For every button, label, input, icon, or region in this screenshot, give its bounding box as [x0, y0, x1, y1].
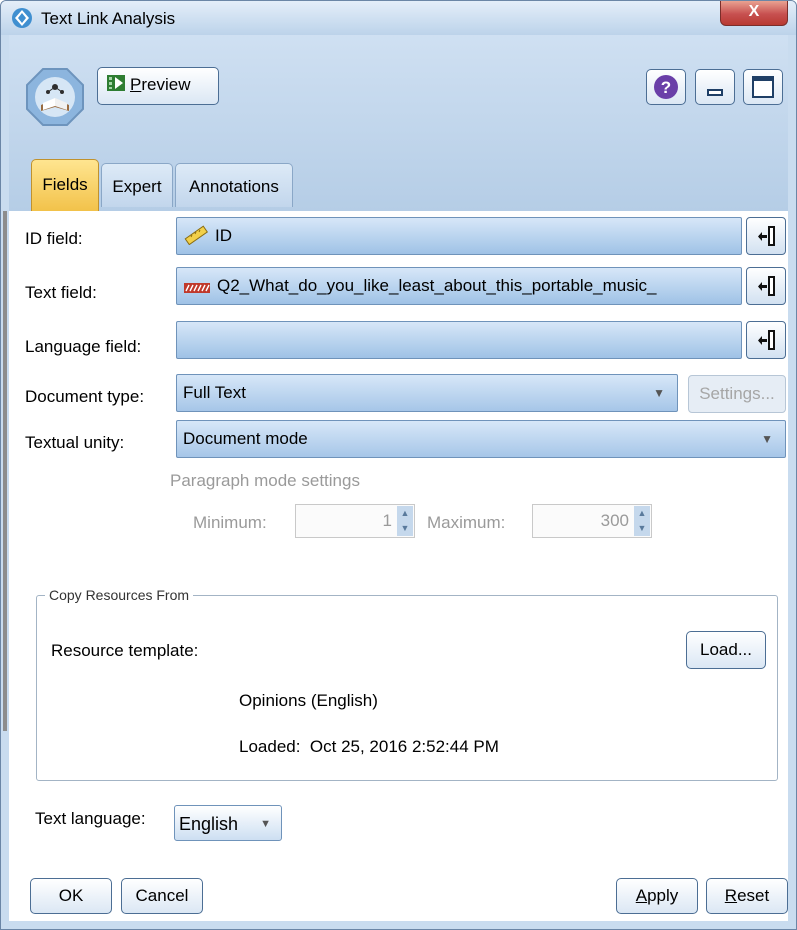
reset-button[interactable]: Reset	[706, 878, 788, 914]
document-type-value: Full Text	[183, 383, 246, 402]
text-language-label: Text language:	[35, 809, 146, 828]
tab-expert[interactable]: Expert	[101, 163, 173, 207]
text-language-select[interactable]: English ▼	[174, 805, 282, 841]
id-field-label: ID field:	[25, 229, 83, 248]
apply-mnemonic: A	[635, 886, 648, 905]
text-link-node-icon	[26, 68, 84, 126]
help-button[interactable]: ?	[646, 69, 686, 105]
textual-unity-select[interactable]: Document mode ▼	[176, 420, 786, 458]
apply-button[interactable]: Apply	[616, 878, 698, 914]
loaded-timestamp: Loaded: Oct 25, 2016 2:52:44 PM	[239, 737, 499, 757]
resource-template-name: Opinions (English)	[239, 691, 378, 710]
preview-label: review	[141, 75, 191, 94]
minimum-label: Minimum:	[193, 513, 267, 532]
tab-annotations[interactable]: Annotations	[175, 163, 293, 207]
reset-mnemonic: R	[724, 886, 738, 905]
reset-label: eset	[737, 886, 770, 905]
id-field-picker-button[interactable]	[746, 217, 786, 255]
chevron-down-icon: ▼	[653, 386, 665, 400]
document-type-label: Document type:	[25, 387, 145, 406]
maximum-label: Maximum:	[427, 513, 506, 532]
field-picker-icon	[758, 330, 775, 350]
window-title: Text Link Analysis	[41, 9, 176, 28]
minimize-button[interactable]	[695, 69, 735, 105]
up-arrow-icon: ▲	[400, 508, 410, 518]
settings-button[interactable]: Settings...	[688, 375, 786, 413]
textual-unity-value: Document mode	[183, 429, 308, 448]
minimum-value: 1	[382, 511, 392, 530]
id-field-box[interactable]: ID	[176, 217, 742, 255]
string-field-icon	[184, 283, 210, 293]
language-field-picker-button[interactable]	[746, 321, 786, 359]
textual-unity-label: Textual unity:	[25, 433, 125, 452]
preview-icon	[107, 75, 125, 91]
chevron-down-icon: ▼	[260, 818, 271, 830]
text-field-value: Q2_What_do_you_like_least_about_this_por…	[217, 276, 657, 295]
maximum-spinner[interactable]: 300 ▲ ▼	[532, 504, 652, 538]
text-field-picker-button[interactable]	[746, 267, 786, 305]
ruler-icon	[184, 225, 209, 246]
loaded-label: Loaded:	[239, 737, 301, 756]
document-type-select[interactable]: Full Text ▼	[176, 374, 678, 412]
cancel-button[interactable]: Cancel	[121, 878, 203, 914]
copy-resources-title: Copy Resources From	[45, 587, 194, 603]
preview-button[interactable]: Preview	[97, 67, 219, 105]
text-field-label: Text field:	[25, 283, 97, 302]
maximize-icon	[752, 76, 774, 98]
resource-template-label: Resource template:	[51, 641, 199, 660]
field-picker-icon	[758, 276, 775, 296]
toolbar: Preview ? Fields Expert Annotations	[9, 35, 788, 211]
tab-fields[interactable]: Fields	[31, 159, 99, 211]
down-arrow-icon: ▼	[400, 523, 410, 533]
title-bar[interactable]: Text Link Analysis X	[1, 1, 796, 35]
app-icon	[12, 8, 32, 28]
text-field-box[interactable]: Q2_What_do_you_like_least_about_this_por…	[176, 267, 742, 305]
preview-mnemonic: P	[130, 75, 142, 94]
chevron-down-icon: ▼	[761, 432, 773, 446]
spinner-arrows[interactable]: ▲ ▼	[397, 506, 413, 536]
paragraph-mode-heading: Paragraph mode settings	[170, 471, 360, 490]
maximize-button[interactable]	[743, 69, 783, 105]
ok-button[interactable]: OK	[30, 878, 112, 914]
down-arrow-icon: ▼	[637, 523, 647, 533]
maximum-value: 300	[600, 511, 629, 530]
minimize-icon	[707, 89, 723, 96]
apply-label: pply	[647, 886, 679, 905]
spinner-arrows[interactable]: ▲ ▼	[634, 506, 650, 536]
dialog-client: Preview ? Fields Expert Annotations ID f…	[3, 35, 788, 921]
loaded-date: Oct 25, 2016 2:52:44 PM	[309, 737, 499, 756]
dialog-window: Text Link Analysis X Preview ? Fields Ex…	[0, 0, 797, 930]
help-icon: ?	[654, 75, 678, 99]
close-button[interactable]: X	[720, 1, 788, 26]
field-picker-icon	[758, 226, 775, 246]
id-field-value: ID	[215, 226, 232, 245]
svg-text:?: ?	[661, 78, 671, 97]
load-button[interactable]: Load...	[686, 631, 766, 669]
up-arrow-icon: ▲	[637, 508, 647, 518]
language-field-label: Language field:	[25, 337, 142, 356]
minimum-spinner[interactable]: 1 ▲ ▼	[295, 504, 415, 538]
text-language-value: English	[179, 814, 239, 834]
left-edge-bar	[3, 211, 7, 731]
language-field-box[interactable]	[176, 321, 742, 359]
